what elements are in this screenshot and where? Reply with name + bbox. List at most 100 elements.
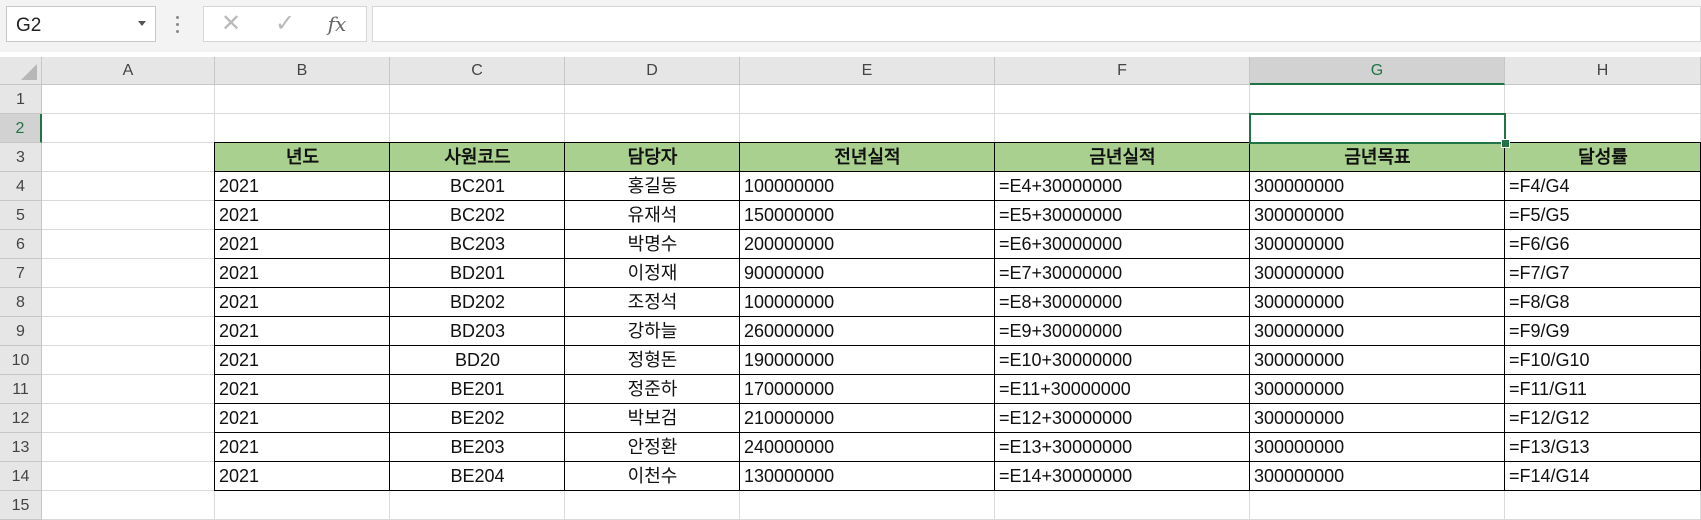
table-cell[interactable]: =E10+30000000 bbox=[995, 346, 1250, 375]
table-cell[interactable]: =E13+30000000 bbox=[995, 433, 1250, 462]
table-cell[interactable]: =E5+30000000 bbox=[995, 201, 1250, 230]
table-cell[interactable]: BD203 bbox=[390, 317, 565, 346]
row-header-11[interactable]: 11 bbox=[0, 375, 42, 404]
table-cell[interactable]: 2021 bbox=[215, 201, 390, 230]
row-header-14[interactable]: 14 bbox=[0, 462, 42, 491]
table-cell[interactable]: =F14/G14 bbox=[1505, 462, 1701, 491]
table-cell[interactable]: 260000000 bbox=[740, 317, 995, 346]
table-cell[interactable]: =F12/G12 bbox=[1505, 404, 1701, 433]
row-header-2[interactable]: 2 bbox=[0, 114, 42, 143]
table-cell[interactable]: =F4/G4 bbox=[1505, 172, 1701, 201]
table-cell[interactable]: 2021 bbox=[215, 462, 390, 491]
table-cell[interactable]: =F8/G8 bbox=[1505, 288, 1701, 317]
table-cell[interactable]: =F13/G13 bbox=[1505, 433, 1701, 462]
row-header-4[interactable]: 4 bbox=[0, 172, 42, 201]
table-cell[interactable]: 이천수 bbox=[565, 462, 740, 491]
table-cell[interactable]: 2021 bbox=[215, 375, 390, 404]
table-cell[interactable]: 2021 bbox=[215, 346, 390, 375]
table-cell[interactable]: 200000000 bbox=[740, 230, 995, 259]
table-cell[interactable]: =F9/G9 bbox=[1505, 317, 1701, 346]
column-header-g[interactable]: G bbox=[1250, 57, 1505, 85]
table-cell[interactable]: 210000000 bbox=[740, 404, 995, 433]
table-cell[interactable]: 2021 bbox=[215, 259, 390, 288]
table-cell[interactable]: =E14+30000000 bbox=[995, 462, 1250, 491]
table-cell[interactable]: 2021 bbox=[215, 433, 390, 462]
table-cell[interactable]: =F6/G6 bbox=[1505, 230, 1701, 259]
select-all-button[interactable] bbox=[0, 57, 42, 85]
table-cell[interactable]: BC201 bbox=[390, 172, 565, 201]
table-cell[interactable]: 300000000 bbox=[1250, 230, 1505, 259]
row-header-9[interactable]: 9 bbox=[0, 317, 42, 346]
name-box[interactable]: G2 bbox=[6, 6, 156, 42]
table-header-cell[interactable]: 전년실적 bbox=[740, 143, 995, 172]
table-cell[interactable]: 150000000 bbox=[740, 201, 995, 230]
table-header-cell[interactable]: 담당자 bbox=[565, 143, 740, 172]
table-cell[interactable]: BE203 bbox=[390, 433, 565, 462]
table-cell[interactable]: 2021 bbox=[215, 317, 390, 346]
table-cell[interactable]: 300000000 bbox=[1250, 259, 1505, 288]
fill-handle[interactable] bbox=[1501, 139, 1510, 148]
table-header-cell[interactable]: 금년실적 bbox=[995, 143, 1250, 172]
table-cell[interactable]: 300000000 bbox=[1250, 462, 1505, 491]
table-cell[interactable]: 2021 bbox=[215, 288, 390, 317]
table-cell[interactable]: 100000000 bbox=[740, 288, 995, 317]
table-cell[interactable]: 300000000 bbox=[1250, 317, 1505, 346]
table-cell[interactable]: 조정석 bbox=[565, 288, 740, 317]
column-header-f[interactable]: F bbox=[995, 57, 1250, 85]
row-header-7[interactable]: 7 bbox=[0, 259, 42, 288]
table-cell[interactable]: 130000000 bbox=[740, 462, 995, 491]
insert-function-icon[interactable]: fx bbox=[322, 10, 352, 38]
table-cell[interactable]: BD202 bbox=[390, 288, 565, 317]
chevron-down-icon[interactable] bbox=[138, 21, 146, 26]
table-cell[interactable]: 300000000 bbox=[1250, 404, 1505, 433]
table-cell[interactable]: 300000000 bbox=[1250, 288, 1505, 317]
table-cell[interactable]: 정준하 bbox=[565, 375, 740, 404]
table-cell[interactable]: 240000000 bbox=[740, 433, 995, 462]
table-cell[interactable]: 홍길동 bbox=[565, 172, 740, 201]
table-cell[interactable]: 100000000 bbox=[740, 172, 995, 201]
table-header-cell[interactable]: 달성률 bbox=[1505, 143, 1701, 172]
table-cell[interactable]: 300000000 bbox=[1250, 172, 1505, 201]
formula-input[interactable] bbox=[372, 6, 1701, 42]
table-cell[interactable]: BE201 bbox=[390, 375, 565, 404]
table-cell[interactable]: 유재석 bbox=[565, 201, 740, 230]
table-cell[interactable]: 이정재 bbox=[565, 259, 740, 288]
column-header-b[interactable]: B bbox=[215, 57, 390, 85]
table-cell[interactable]: =F11/G11 bbox=[1505, 375, 1701, 404]
table-cell[interactable]: BD20 bbox=[390, 346, 565, 375]
column-header-c[interactable]: C bbox=[390, 57, 565, 85]
table-cell[interactable]: 박보검 bbox=[565, 404, 740, 433]
table-cell[interactable]: 2021 bbox=[215, 404, 390, 433]
table-cell[interactable]: 300000000 bbox=[1250, 201, 1505, 230]
table-cell[interactable]: 강하늘 bbox=[565, 317, 740, 346]
table-cell[interactable]: =F10/G10 bbox=[1505, 346, 1701, 375]
column-header-d[interactable]: D bbox=[565, 57, 740, 85]
table-header-cell[interactable]: 사원코드 bbox=[390, 143, 565, 172]
table-cell[interactable]: 정형돈 bbox=[565, 346, 740, 375]
table-cell[interactable]: 안정환 bbox=[565, 433, 740, 462]
table-cell[interactable]: =E6+30000000 bbox=[995, 230, 1250, 259]
table-cell[interactable]: 300000000 bbox=[1250, 375, 1505, 404]
table-cell[interactable]: BC203 bbox=[390, 230, 565, 259]
table-cell[interactable]: BE202 bbox=[390, 404, 565, 433]
table-cell[interactable]: 170000000 bbox=[740, 375, 995, 404]
table-cell[interactable]: BE204 bbox=[390, 462, 565, 491]
column-header-a[interactable]: A bbox=[42, 57, 215, 85]
table-cell[interactable]: =E9+30000000 bbox=[995, 317, 1250, 346]
row-header-6[interactable]: 6 bbox=[0, 230, 42, 259]
row-header-13[interactable]: 13 bbox=[0, 433, 42, 462]
table-cell[interactable]: BD201 bbox=[390, 259, 565, 288]
row-header-3[interactable]: 3 bbox=[0, 143, 42, 172]
table-cell[interactable]: 박명수 bbox=[565, 230, 740, 259]
more-options-icon[interactable] bbox=[176, 13, 180, 35]
active-cell-selection[interactable] bbox=[1249, 113, 1506, 144]
row-header-1[interactable]: 1 bbox=[0, 85, 42, 114]
table-cell[interactable]: =F5/G5 bbox=[1505, 201, 1701, 230]
row-header-5[interactable]: 5 bbox=[0, 201, 42, 230]
row-header-8[interactable]: 8 bbox=[0, 288, 42, 317]
table-cell[interactable]: =F7/G7 bbox=[1505, 259, 1701, 288]
table-header-cell[interactable]: 년도 bbox=[215, 143, 390, 172]
table-cell[interactable]: =E4+30000000 bbox=[995, 172, 1250, 201]
table-cell[interactable]: 300000000 bbox=[1250, 433, 1505, 462]
row-header-12[interactable]: 12 bbox=[0, 404, 42, 433]
